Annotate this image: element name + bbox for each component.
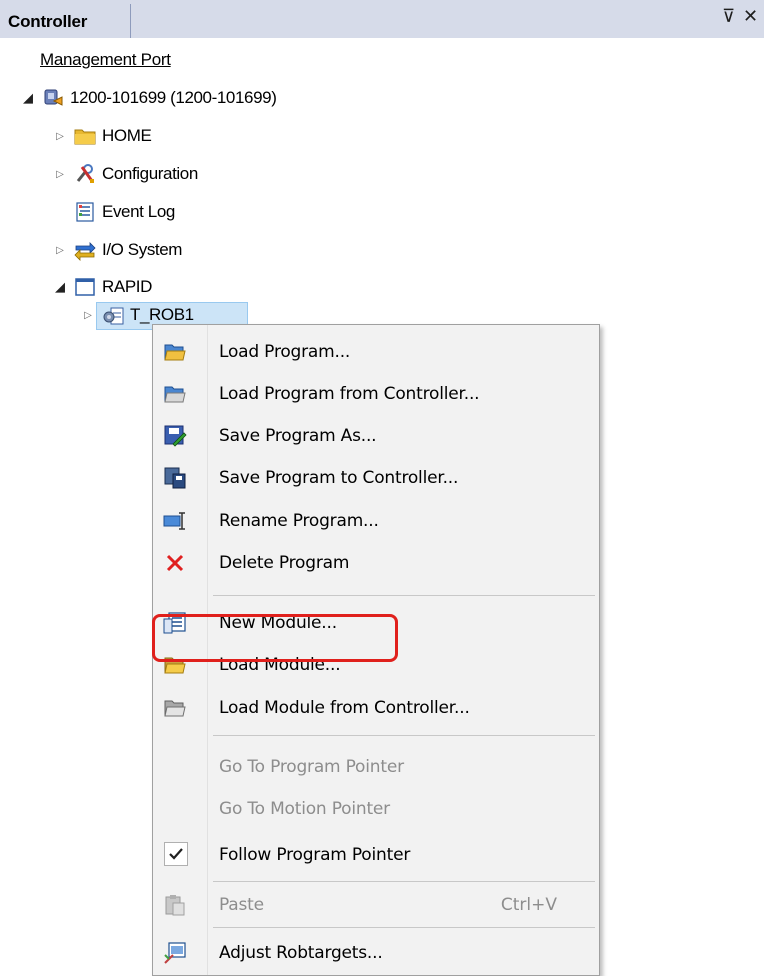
tree-node-rapid[interactable]: ◢ RAPID — [52, 272, 152, 302]
menu-separator — [213, 735, 595, 736]
controller-icon — [42, 87, 64, 109]
load-module-highlight — [152, 614, 398, 662]
menu-item-go-to-program-pointer: Go To Program Pointer — [153, 747, 599, 787]
menu-item-label: Load Program... — [219, 342, 351, 362]
menu-separator — [213, 595, 595, 596]
pin-icon[interactable]: ⊽ — [722, 6, 735, 27]
delete-x-icon — [163, 551, 187, 575]
menu-item-label: Paste — [219, 895, 264, 915]
menu-item-adjust-robtargets[interactable]: Adjust Robtargets... — [153, 933, 599, 973]
io-system-icon — [74, 239, 96, 261]
expand-arrow-icon[interactable]: ▷ — [52, 245, 68, 256]
menu-item-label: Adjust Robtargets... — [219, 943, 383, 963]
menu-item-rename-program[interactable]: Rename Program... — [153, 501, 599, 541]
close-icon[interactable]: ✕ — [743, 6, 758, 27]
rename-icon — [163, 509, 187, 533]
menu-item-follow-program-pointer[interactable]: Follow Program Pointer — [153, 835, 599, 875]
collapse-arrow-icon[interactable]: ◢ — [20, 91, 36, 106]
menu-item-save-program-as[interactable]: Save Program As... — [153, 416, 599, 456]
management-port-link[interactable]: Management Port — [40, 50, 171, 70]
tree-label: RAPID — [102, 277, 152, 296]
expand-arrow-icon[interactable]: ▷ — [52, 169, 68, 180]
menu-separator — [213, 881, 595, 882]
menu-item-label: Save Program As... — [219, 426, 377, 446]
open-folder-gray-icon — [163, 696, 187, 720]
menu-item-label: Go To Program Pointer — [219, 757, 404, 777]
expand-arrow-icon[interactable]: ▷ — [52, 131, 68, 142]
tree-label: HOME — [102, 126, 152, 145]
menu-item-load-program[interactable]: Load Program... — [153, 332, 599, 372]
tree-label: Event Log — [102, 202, 175, 221]
tree-label: T_ROB1 — [130, 305, 194, 324]
menu-item-label: Load Module from Controller... — [219, 698, 470, 718]
menu-item-label: Rename Program... — [219, 511, 379, 531]
menu-item-load-module-from-controller[interactable]: Load Module from Controller... — [153, 688, 599, 728]
tree-label: Configuration — [102, 164, 198, 183]
open-folder-icon — [163, 340, 187, 364]
menu-item-label: Delete Program — [219, 553, 350, 573]
checkmark-icon — [164, 842, 188, 866]
collapse-arrow-icon[interactable]: ◢ — [52, 280, 68, 295]
menu-item-shortcut: Ctrl+V — [500, 895, 557, 915]
save-controller-icon — [163, 466, 187, 490]
tree-label: I/O System — [102, 240, 183, 259]
menu-item-paste: Paste Ctrl+V — [153, 885, 599, 925]
paste-icon — [163, 893, 187, 917]
open-folder-gray-icon — [163, 382, 187, 406]
task-icon — [102, 304, 124, 326]
tree-node-home[interactable]: ▷ HOME — [52, 121, 152, 151]
menu-item-label: Go To Motion Pointer — [219, 799, 390, 819]
tree-node-controller[interactable]: ◢ 1200-101699 (1200-101699) — [20, 83, 277, 113]
menu-item-label: Save Program to Controller... — [219, 468, 459, 488]
event-log-icon — [74, 201, 96, 223]
menu-item-go-to-motion-pointer: Go To Motion Pointer — [153, 789, 599, 829]
window-icon — [74, 276, 96, 298]
adjust-robtargets-icon — [163, 941, 187, 965]
panel-header: Controller ⊽ ✕ — [0, 0, 764, 38]
menu-separator — [213, 927, 595, 928]
tree-node-event-log[interactable]: Event Log — [52, 197, 175, 227]
menu-item-delete-program[interactable]: Delete Program — [153, 543, 599, 583]
tree-node-io-system[interactable]: ▷ I/O System — [52, 235, 182, 265]
controller-label: 1200-101699 (1200-101699) — [70, 88, 277, 107]
panel-tab-controller[interactable]: Controller — [0, 4, 131, 38]
folder-icon — [74, 125, 96, 147]
menu-item-save-program-to-controller[interactable]: Save Program to Controller... — [153, 458, 599, 498]
tools-icon — [74, 163, 96, 185]
panel-title: Controller — [8, 12, 88, 31]
menu-item-label: Load Program from Controller... — [219, 384, 480, 404]
save-as-icon — [163, 424, 187, 448]
menu-item-label: Follow Program Pointer — [219, 845, 411, 865]
tree-node-configuration[interactable]: ▷ Configuration — [52, 159, 198, 189]
expand-arrow-icon[interactable]: ▷ — [80, 310, 96, 321]
menu-item-load-program-from-controller[interactable]: Load Program from Controller... — [153, 374, 599, 414]
